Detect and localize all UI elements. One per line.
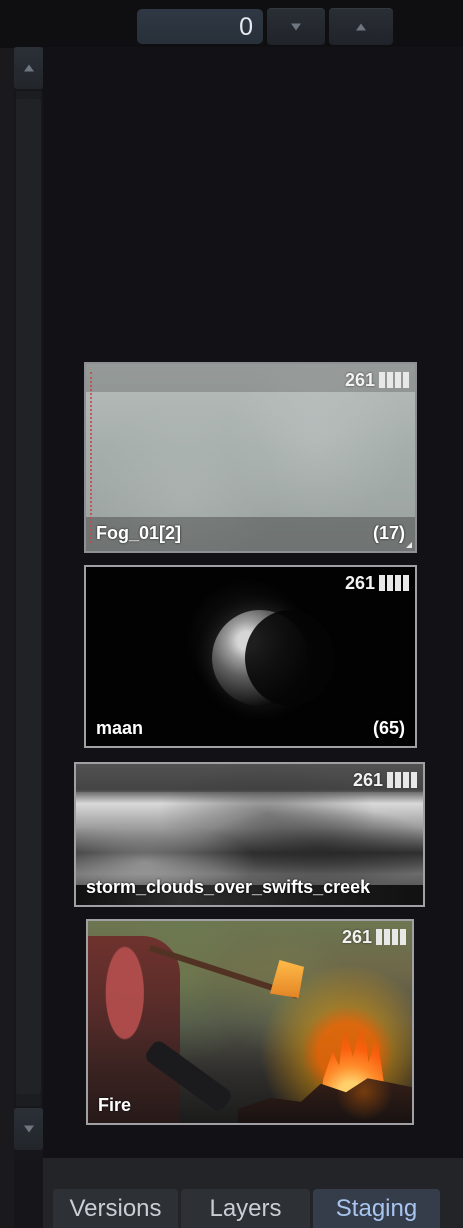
moon-shadow bbox=[245, 610, 335, 706]
vertical-scrollbar[interactable] bbox=[14, 47, 43, 1159]
tab-versions[interactable]: Versions bbox=[53, 1189, 178, 1228]
scroll-track[interactable] bbox=[16, 91, 41, 1106]
bottom-tab-bar: Versions Layers Staging bbox=[43, 1158, 463, 1228]
frame-counter-input[interactable]: 0 bbox=[137, 9, 263, 44]
bars-icon bbox=[376, 929, 406, 945]
staging-card[interactable]: 261 storm_clouds_over_swifts_creek bbox=[74, 762, 425, 907]
top-toolbar: 0 bbox=[0, 0, 463, 48]
tab-layers[interactable]: Layers bbox=[181, 1189, 310, 1228]
card-count-value: 261 bbox=[341, 927, 372, 947]
scroll-thumb[interactable] bbox=[16, 99, 41, 1094]
scroll-down-icon bbox=[23, 1125, 34, 1133]
card-label: maan bbox=[96, 718, 144, 738]
card-frame-count: (17) bbox=[372, 523, 405, 543]
chevron-down-icon bbox=[291, 23, 301, 30]
staging-panel: 0 261 Fog_01[2] (17) 261 maan (65) 261 s… bbox=[0, 0, 463, 1228]
card-count-value: 261 bbox=[352, 770, 383, 790]
card-count: 261 bbox=[342, 927, 406, 947]
card-label: Fog_01[2] bbox=[96, 523, 182, 543]
card-label: storm_clouds_over_swifts_creek bbox=[86, 877, 371, 897]
card-count: 261 bbox=[345, 370, 409, 390]
chevron-up-icon bbox=[356, 23, 366, 30]
selection-marker bbox=[90, 372, 94, 543]
bars-icon bbox=[379, 575, 409, 591]
scroll-up-icon bbox=[23, 64, 34, 72]
scroll-down-button[interactable] bbox=[14, 1108, 43, 1150]
resize-corner-icon bbox=[406, 542, 412, 548]
bars-icon bbox=[379, 372, 409, 388]
staging-card[interactable]: 261 Fire bbox=[86, 919, 414, 1125]
tab-staging[interactable]: Staging bbox=[313, 1189, 440, 1228]
card-count: 261 bbox=[345, 573, 409, 593]
decrement-button[interactable] bbox=[267, 8, 325, 45]
card-count-value: 261 bbox=[344, 573, 375, 593]
card-frame-count: (65) bbox=[372, 718, 405, 738]
staging-card[interactable]: 261 Fog_01[2] (17) bbox=[84, 362, 417, 553]
card-label: Fire bbox=[98, 1095, 132, 1115]
staging-card[interactable]: 261 maan (65) bbox=[84, 565, 417, 748]
bars-icon bbox=[387, 772, 417, 788]
card-count-value: 261 bbox=[344, 370, 375, 390]
increment-button[interactable] bbox=[329, 8, 393, 45]
scroll-up-button[interactable] bbox=[14, 47, 43, 89]
card-count: 261 bbox=[353, 770, 417, 790]
